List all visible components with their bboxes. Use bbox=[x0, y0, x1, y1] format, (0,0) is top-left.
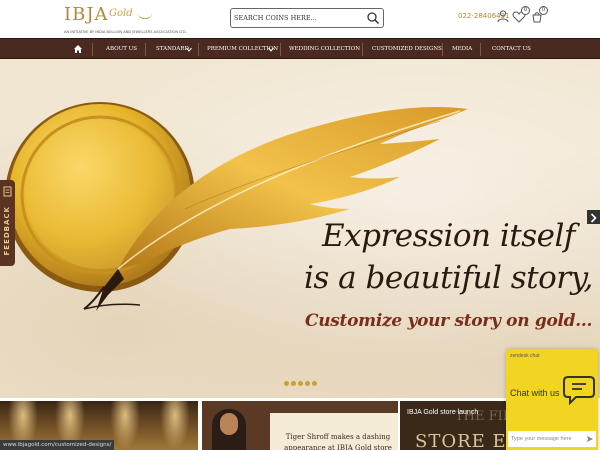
hero-headline-line2: is a beautiful story, bbox=[304, 260, 593, 296]
ceiling-light bbox=[160, 401, 190, 450]
slider-dot[interactable] bbox=[298, 381, 303, 386]
chevron-down-icon bbox=[268, 47, 274, 52]
feedback-icon bbox=[3, 186, 12, 197]
ibja-gold-logo[interactable]: IBJA Gold AN INITIATIVE BY INDIA BULLION… bbox=[64, 4, 187, 38]
hero-subheadline: Customize your story on gold... bbox=[305, 311, 593, 331]
chat-bubble-icon bbox=[563, 376, 595, 406]
slider-dot[interactable] bbox=[284, 381, 289, 386]
media-caption: Tiger Shroff makes a dashing appearance … bbox=[284, 433, 392, 450]
chat-with-us-label: Chat with us bbox=[510, 388, 560, 398]
chevron-down-icon bbox=[186, 47, 192, 52]
person-face bbox=[220, 413, 238, 435]
nav-item-customized-designs[interactable]: CUSTOMIZED DESIGNS bbox=[372, 39, 442, 60]
ceiling-light bbox=[110, 401, 140, 450]
search-input[interactable] bbox=[234, 11, 362, 25]
site-header: IBJA Gold AN INITIATIVE BY INDIA BULLION… bbox=[0, 0, 600, 38]
nav-item-about-us[interactable]: ABOUT US bbox=[106, 39, 137, 60]
nav-divider bbox=[92, 43, 93, 56]
chat-widget[interactable]: zendesk chat Chat with us bbox=[506, 349, 598, 450]
nav-divider bbox=[362, 43, 363, 56]
feedback-tab[interactable]: FEEDBACK bbox=[0, 180, 15, 266]
main-nav: ABOUT US STANDARD PREMIUM COLLECTION WED… bbox=[0, 38, 600, 59]
cart-count-badge: 0 bbox=[539, 6, 548, 15]
slider-dot[interactable] bbox=[312, 381, 317, 386]
nav-divider bbox=[442, 43, 443, 56]
hero-slider[interactable]: Expression itself is a beautiful story, … bbox=[0, 59, 600, 398]
nav-item-standard[interactable]: STANDARD bbox=[156, 39, 189, 60]
user-icon[interactable] bbox=[496, 9, 510, 23]
store-banner-text-2: STORE EX bbox=[415, 431, 506, 450]
nav-divider bbox=[198, 43, 199, 56]
nav-divider bbox=[480, 43, 481, 56]
home-icon[interactable] bbox=[73, 44, 83, 54]
status-bar-url: www.ibjagold.com/customized-designs/ bbox=[0, 440, 115, 450]
send-icon[interactable] bbox=[586, 435, 594, 443]
media-thumbnail-store-launch[interactable]: THE FIR IBJA Gold store launch STORE EX bbox=[400, 401, 506, 450]
wishlist-count-badge: 0 bbox=[521, 6, 530, 15]
logo-gold-script: Gold bbox=[109, 8, 133, 19]
nav-item-wedding-collection[interactable]: WEDDING COLLECTION bbox=[289, 39, 360, 60]
nav-divider bbox=[280, 43, 281, 56]
slider-next-button[interactable] bbox=[587, 210, 600, 224]
cart-button[interactable]: 0 bbox=[530, 6, 548, 23]
search-icon[interactable] bbox=[366, 11, 380, 25]
slider-dot[interactable] bbox=[305, 381, 310, 386]
media-thumbnail-store-interior[interactable]: www.ibjagold.com/customized-designs/ bbox=[0, 401, 198, 450]
wishlist-button[interactable]: 0 bbox=[512, 6, 530, 23]
chevron-right-icon bbox=[590, 213, 597, 223]
media-title: IBJA Gold store launch bbox=[407, 409, 479, 416]
chat-message-input[interactable] bbox=[508, 431, 596, 447]
nav-item-contact-us[interactable]: CONTACT US bbox=[492, 39, 531, 60]
slider-dot[interactable] bbox=[291, 381, 296, 386]
logo-swirl-icon bbox=[138, 13, 152, 19]
hero-headline-line1: Expression itself bbox=[322, 218, 575, 254]
logo-wordmark: IBJA bbox=[64, 4, 109, 25]
nav-divider bbox=[145, 43, 146, 56]
chat-brand-label: zendesk chat bbox=[510, 353, 540, 359]
nav-item-media[interactable]: MEDIA bbox=[452, 39, 472, 60]
search-box bbox=[230, 8, 384, 28]
logo-tagline: AN INITIATIVE BY INDIA BULLION AND JEWEL… bbox=[64, 30, 187, 34]
feedback-label: FEEDBACK bbox=[3, 206, 11, 256]
media-thumbnail-tiger-shroff[interactable]: Tiger Shroff makes a dashing appearance … bbox=[202, 401, 398, 450]
